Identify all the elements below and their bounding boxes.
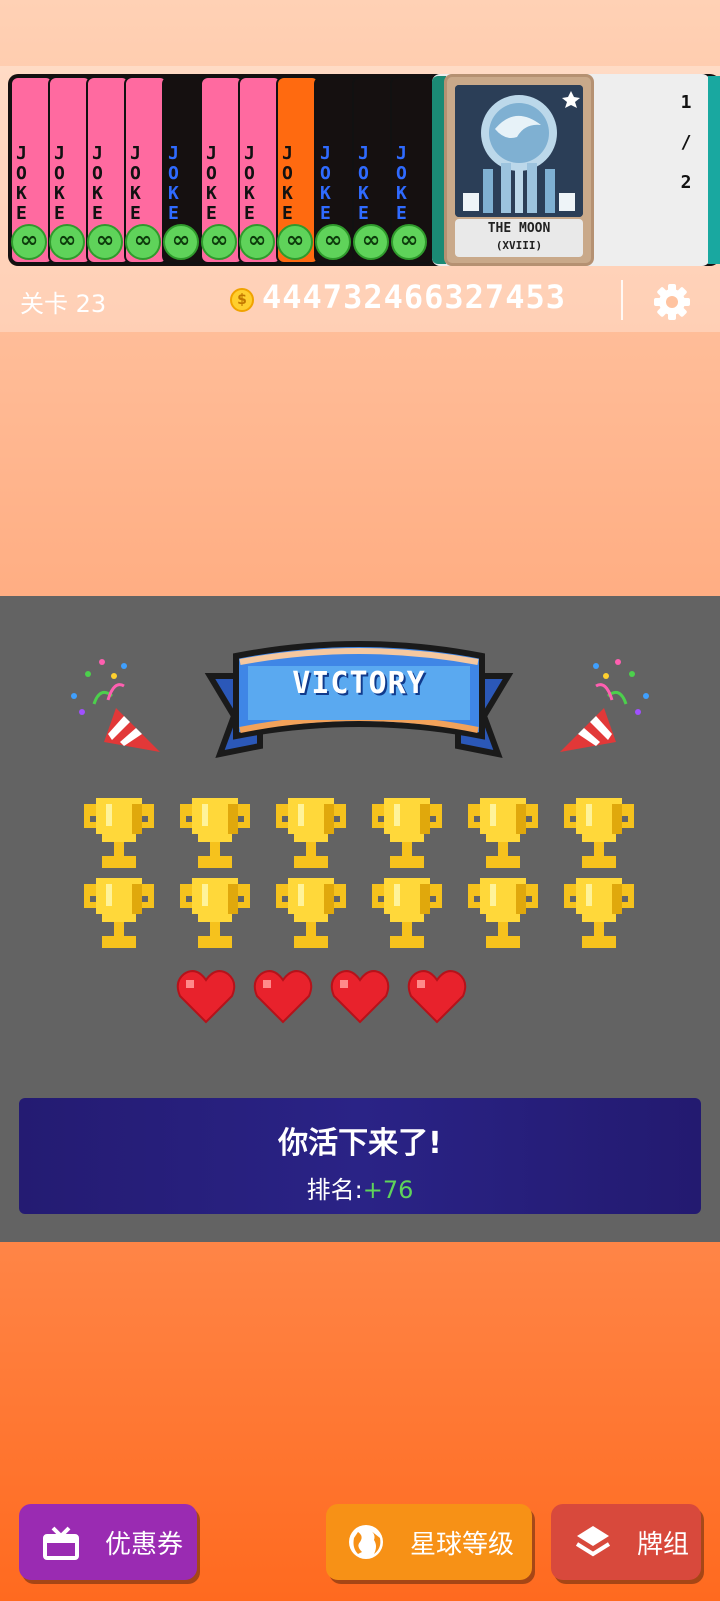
layers-icon (575, 1526, 611, 1557)
coupon-label: 优惠券 (105, 1529, 184, 1560)
divider (621, 280, 623, 320)
card-name: THE MOON (487, 221, 551, 236)
trophy-icon (272, 796, 350, 870)
trophy-icon (176, 876, 254, 950)
card-numeral: (XVIII) (495, 239, 543, 252)
infinity-badge: ∞ (11, 224, 47, 260)
party-popper-icon (560, 659, 649, 752)
deck-button[interactable]: 牌组 (551, 1504, 701, 1580)
joker-card-text: JOKE (168, 143, 179, 224)
trophy-icon (176, 796, 254, 870)
infinity-badge: ∞ (163, 224, 199, 260)
gift-icon (43, 1526, 79, 1560)
joker-card[interactable]: JOKE ∞ (390, 76, 434, 264)
heart-icon (330, 968, 390, 1024)
joker-card-text: JOKE (244, 143, 255, 224)
infinity-badge: ∞ (49, 224, 85, 260)
joker-card-text: JOKE (92, 143, 103, 224)
trophy-icon (560, 876, 638, 950)
infinity-badge: ∞ (353, 224, 389, 260)
victory-banner (204, 641, 514, 758)
joker-card-text: JOKE (320, 143, 331, 224)
planet-level-label: 星球等级 (410, 1529, 515, 1560)
heart-icon (407, 968, 467, 1024)
coin-count: 44473246632745З (262, 278, 566, 316)
joker-card-text: JOKE (16, 143, 27, 224)
infinity-badge: ∞ (315, 224, 351, 260)
joker-card-text: JOKE (396, 143, 407, 224)
joker-card-text: JOKE (130, 143, 141, 224)
level-label: 关卡 23 (20, 290, 107, 318)
result-box: 你活下来了! 排名:+76 (19, 1098, 701, 1214)
trophy-icon (464, 796, 542, 870)
card-edge-right (708, 76, 720, 264)
victory-title: VICTORY (292, 666, 426, 701)
joker-card-text: JOKE (54, 143, 65, 224)
party-popper-icon (71, 659, 160, 752)
trophy-icon (464, 876, 542, 950)
page-separator: / (680, 132, 692, 153)
infinity-badge: ∞ (391, 224, 427, 260)
rank-label: 排名: (306, 1176, 363, 1204)
joker-card-text: JOKE (206, 143, 217, 224)
infinity-badge: ∞ (125, 224, 161, 260)
coupon-button[interactable]: 优惠券 (19, 1504, 197, 1580)
rank-value: +76 (362, 1176, 414, 1204)
heart-icon (253, 968, 313, 1024)
result-title: 你活下来了! (278, 1126, 442, 1161)
globe-icon (349, 1525, 383, 1559)
joker-card-text: JOKE (282, 143, 293, 224)
coin-icon: $ (230, 288, 254, 312)
infinity-badge: ∞ (277, 224, 313, 260)
moon-card-art (455, 85, 583, 217)
trophy-icon (368, 876, 446, 950)
trophy-icon (368, 796, 446, 870)
page-current: 1 (680, 92, 692, 113)
the-moon-card[interactable]: THE MOON (XVIII) (444, 74, 594, 266)
trophy-icon (80, 796, 158, 870)
infinity-badge: ∞ (201, 224, 237, 260)
trophy-icon (560, 796, 638, 870)
trophy-icon (80, 876, 158, 950)
page-total: 2 (680, 172, 692, 193)
deck-label: 牌组 (637, 1529, 690, 1560)
trophy-icon (272, 876, 350, 950)
moon-card-title: THE MOON (XVIII) (455, 219, 583, 257)
joker-card-text: JOKE (358, 143, 369, 224)
planet-level-button[interactable]: 星球等级 (326, 1504, 532, 1580)
gear-icon[interactable] (652, 282, 692, 322)
infinity-badge: ∞ (239, 224, 275, 260)
rank-line: 排名:+76 (19, 1170, 701, 1205)
infinity-badge: ∞ (87, 224, 123, 260)
heart-icon (176, 968, 236, 1024)
